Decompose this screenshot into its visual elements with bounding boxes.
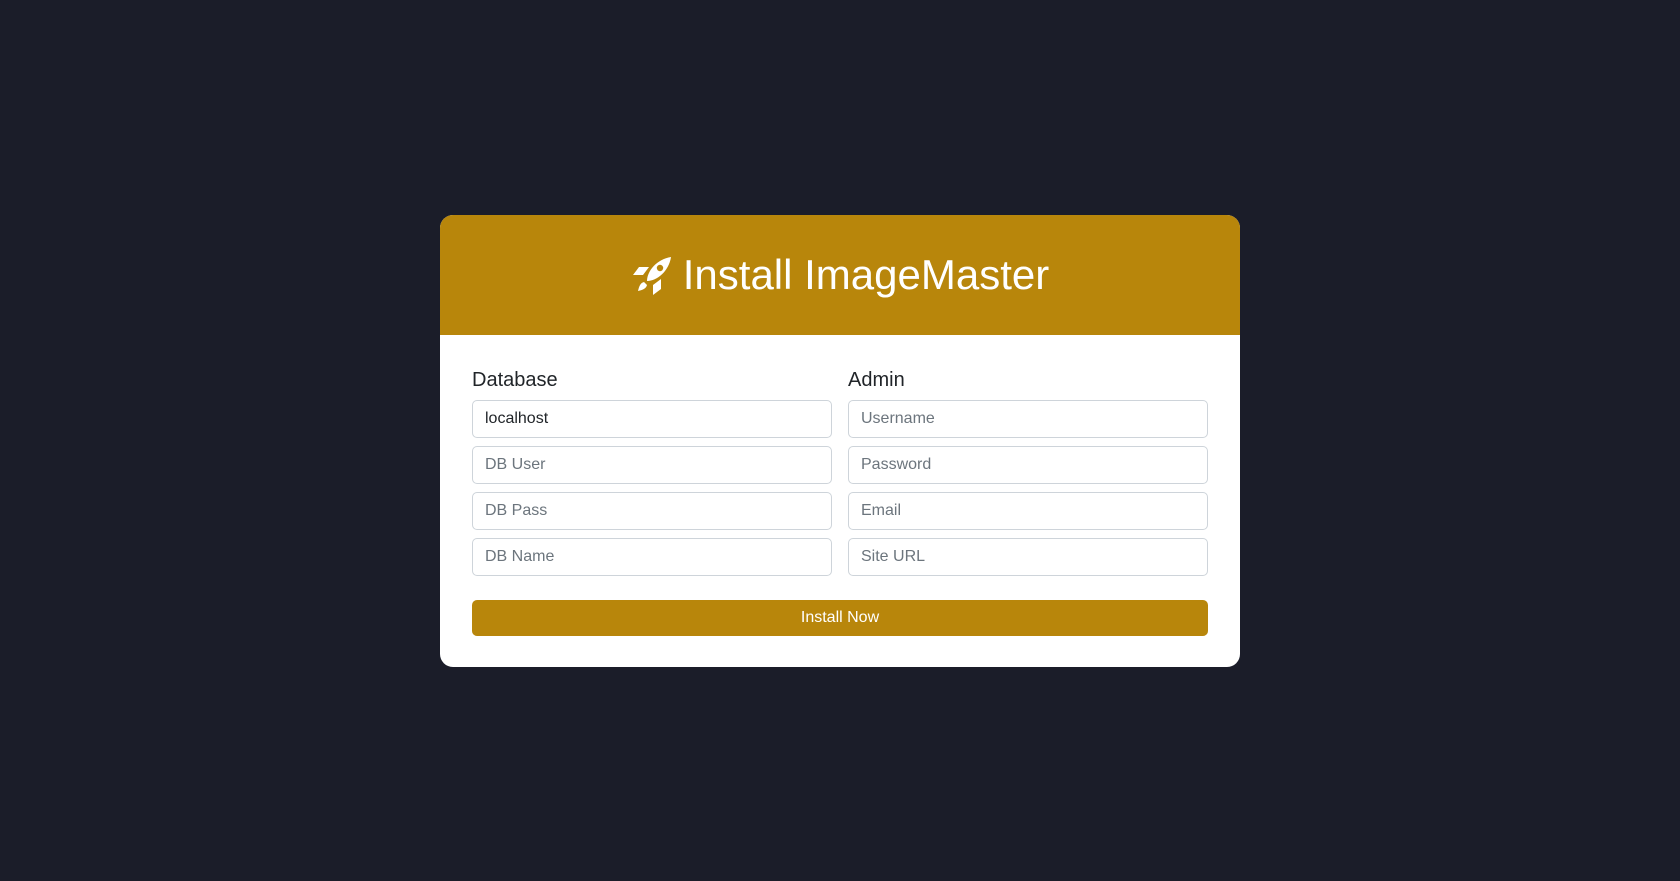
database-section: Database: [472, 365, 832, 584]
admin-password-input[interactable]: [848, 446, 1208, 484]
install-now-button[interactable]: Install Now: [472, 600, 1208, 636]
db-pass-input[interactable]: [472, 492, 832, 530]
db-name-input[interactable]: [472, 538, 832, 576]
db-user-input[interactable]: [472, 446, 832, 484]
card-header: Install ImageMaster: [440, 215, 1240, 335]
site-url-input[interactable]: [848, 538, 1208, 576]
admin-email-input[interactable]: [848, 492, 1208, 530]
card-body: Database Admin Install Now: [440, 335, 1240, 667]
form-columns: Database Admin: [472, 365, 1208, 584]
page-title: Install ImageMaster: [682, 251, 1050, 298]
database-heading: Database: [472, 369, 558, 391]
admin-heading: Admin: [848, 369, 905, 391]
rocket-icon: [631, 255, 673, 297]
db-host-input[interactable]: [472, 400, 832, 438]
admin-section: Admin: [848, 365, 1208, 584]
admin-username-input[interactable]: [848, 400, 1208, 438]
install-card: Install ImageMaster Database Admin Insta…: [440, 215, 1240, 667]
